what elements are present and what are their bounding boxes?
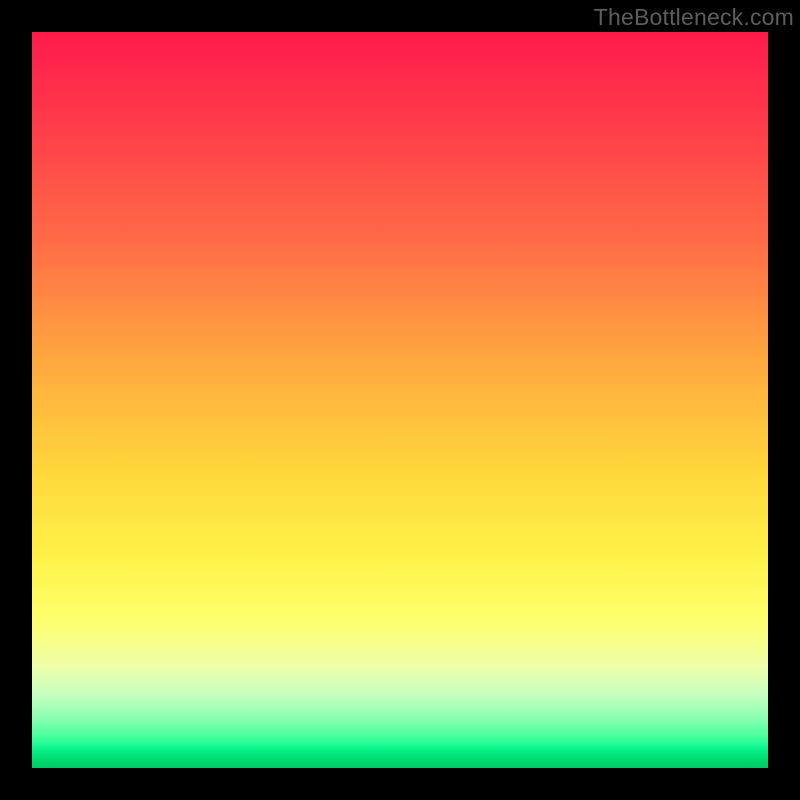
- watermark-text: TheBottleneck.com: [594, 4, 794, 31]
- plot-area: [32, 32, 768, 768]
- chart-frame: TheBottleneck.com: [0, 0, 800, 800]
- gradient-background: [32, 32, 768, 768]
